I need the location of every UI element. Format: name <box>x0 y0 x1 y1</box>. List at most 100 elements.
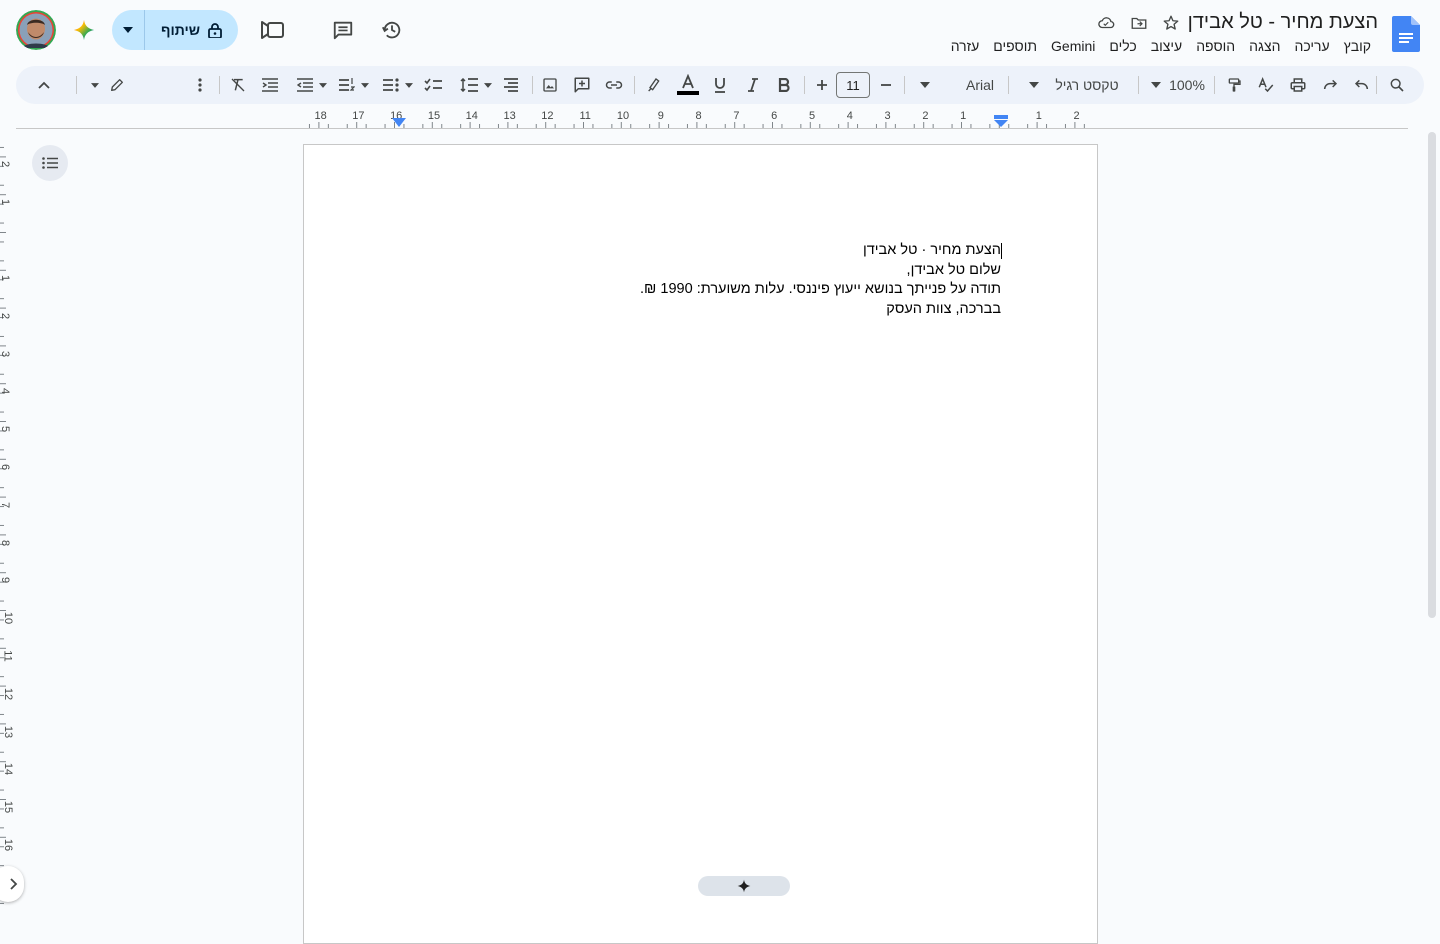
menu-help[interactable]: עזרה <box>944 37 987 55</box>
right-indent-marker-icon[interactable] <box>994 115 1008 127</box>
bulleted-list-select[interactable] <box>378 66 418 104</box>
italic-icon[interactable] <box>741 66 765 104</box>
document-body[interactable]: הצעת מחיר · טל אבידן שלום טל אבידן, תודה… <box>401 241 1002 320</box>
vertical-ruler-number: 16 <box>2 838 15 852</box>
spellcheck-icon[interactable] <box>1253 66 1279 104</box>
document-page[interactable]: הצעת מחיר · טל אבידן שלום טל אבידן, תודה… <box>303 144 1098 944</box>
vertical-ruler-number: 4 <box>0 388 12 395</box>
menu-insert[interactable]: הוספה <box>1189 37 1242 55</box>
side-panel-expand-button[interactable] <box>0 866 24 902</box>
move-folder-icon[interactable] <box>1129 13 1149 33</box>
menu-tools[interactable]: כלים <box>1102 37 1143 55</box>
version-history-icon[interactable] <box>372 10 412 50</box>
vertical-ruler-number: 3 <box>0 350 12 357</box>
share-dropdown-button[interactable] <box>112 10 145 50</box>
pencil-icon <box>111 79 123 91</box>
decrease-indent-select[interactable] <box>292 66 332 104</box>
zoom-value: 100% <box>1169 77 1205 93</box>
chevron-down-icon <box>919 82 930 88</box>
doc-line-3[interactable]: תודה על פנייתך בנושא ייעוץ פיננסי. עלות … <box>401 280 1001 300</box>
font-size-input[interactable]: 11 <box>836 72 870 98</box>
font-select[interactable]: Arial <box>910 66 1004 104</box>
document-outline-button[interactable] <box>32 145 68 181</box>
star-icon[interactable] <box>1161 13 1181 33</box>
increase-font-size-icon[interactable] <box>810 66 834 104</box>
vertical-scrollbar[interactable] <box>1428 132 1436 618</box>
insert-image-icon[interactable] <box>538 66 562 104</box>
more-options-icon[interactable] <box>188 66 212 104</box>
cloud-saved-icon[interactable] <box>1096 13 1116 33</box>
editing-mode-select[interactable] <box>84 66 132 104</box>
underline-icon[interactable] <box>708 66 732 104</box>
doc-line-2[interactable]: שלום טל אבידן, <box>401 261 1001 281</box>
text-color-icon[interactable] <box>676 66 700 104</box>
ruler-number: 10 <box>616 110 630 122</box>
left-indent-marker-icon[interactable] <box>392 118 406 127</box>
print-icon[interactable] <box>1285 66 1311 104</box>
highlight-color-icon[interactable] <box>642 66 666 104</box>
vertical-ruler-number: 9 <box>0 577 12 584</box>
document-title[interactable]: הצעת מחיר - טל אבידן <box>1188 10 1378 34</box>
menu-view[interactable]: הצגה <box>1242 37 1287 55</box>
share-button[interactable]: שיתוף <box>145 22 238 38</box>
comments-icon[interactable] <box>323 10 363 50</box>
insert-link-icon[interactable] <box>602 66 626 104</box>
account-avatar[interactable] <box>16 10 56 50</box>
ruler-number: 5 <box>808 110 816 122</box>
share-label: שיתוף <box>161 22 200 38</box>
font-value: Arial <box>965 77 994 93</box>
vertical-ruler-number: 2 <box>0 160 12 168</box>
style-select[interactable]: טקסט רגיל <box>1018 66 1130 104</box>
chevron-down-icon <box>1151 82 1162 88</box>
search-menus-icon[interactable] <box>1384 66 1410 104</box>
lock-icon <box>208 23 222 38</box>
ruler-number: 2 <box>1073 110 1080 122</box>
ruler-number: 17 <box>352 110 365 122</box>
vertical-ruler-number: 8 <box>0 539 12 546</box>
formatting-toolbar: 100% טקסט רגיל Arial 11 <box>16 66 1424 104</box>
menu-format[interactable]: עיצוב <box>1144 37 1189 55</box>
menu-file[interactable]: קובץ <box>1337 37 1378 55</box>
horizontal-ruler[interactable]: 2 1 1 2 3 4 5 6 7 8 9 10 11 12 13 14 15 16 17 18 <box>16 106 1408 129</box>
chevron-down-icon <box>319 82 327 88</box>
line-spacing-select[interactable] <box>456 66 496 104</box>
menu-edit[interactable]: עריכה <box>1287 37 1336 55</box>
insert-comment-icon[interactable] <box>570 66 594 104</box>
menu-extensions[interactable]: תוספים <box>986 37 1044 55</box>
menu-gemini[interactable]: Gemini <box>1044 37 1102 55</box>
clear-formatting-icon[interactable] <box>226 66 250 104</box>
meet-video-icon[interactable] <box>254 10 294 50</box>
paint-format-icon[interactable] <box>1221 66 1247 104</box>
chevron-down-icon <box>405 82 413 88</box>
undo-icon[interactable] <box>1349 66 1375 104</box>
vertical-ruler-number: 1 <box>0 198 12 206</box>
ruler-number: 13 <box>503 110 516 122</box>
text-cursor <box>1001 243 1002 259</box>
ruler-number: 1 <box>960 110 967 122</box>
ruler-number: 4 <box>846 110 853 122</box>
ruler-number: 7 <box>733 110 740 122</box>
numbered-list-select[interactable] <box>334 66 374 104</box>
gemini-help-me-write-button[interactable] <box>698 876 790 896</box>
decrease-font-size-icon[interactable] <box>874 66 898 104</box>
doc-line-4[interactable]: בברכה, צוות העסק <box>401 300 1001 320</box>
share-button-group: שיתוף <box>112 10 238 50</box>
vertical-ruler[interactable]: 2 1 1 2 3 4 5 6 7 8 9 10 11 12 13 14 15 16 <box>0 128 16 912</box>
align-right-icon[interactable] <box>499 66 523 104</box>
ruler-number: 8 <box>695 110 702 122</box>
redo-icon[interactable] <box>1317 66 1343 104</box>
checklist-icon[interactable] <box>421 66 445 104</box>
vertical-ruler-number: 12 <box>2 687 15 700</box>
chevron-right-icon <box>10 878 18 890</box>
bold-icon[interactable] <box>772 66 796 104</box>
gemini-spark-icon[interactable] <box>64 10 104 50</box>
ruler-number: 9 <box>657 110 664 122</box>
doc-heading-line[interactable]: הצעת מחיר · טל אבידן <box>401 241 1002 261</box>
docs-logo[interactable] <box>1392 16 1420 52</box>
zoom-select[interactable]: 100% <box>1146 66 1210 104</box>
vertical-ruler-number: 13 <box>2 725 15 738</box>
menu-bar: קובץ עריכה הצגה הוספה עיצוב כלים Gemini … <box>944 37 1378 55</box>
increase-indent-icon[interactable] <box>258 66 282 104</box>
vertical-ruler-number: 10 <box>2 612 15 625</box>
hide-menus-chevron-up-icon[interactable] <box>32 66 56 104</box>
